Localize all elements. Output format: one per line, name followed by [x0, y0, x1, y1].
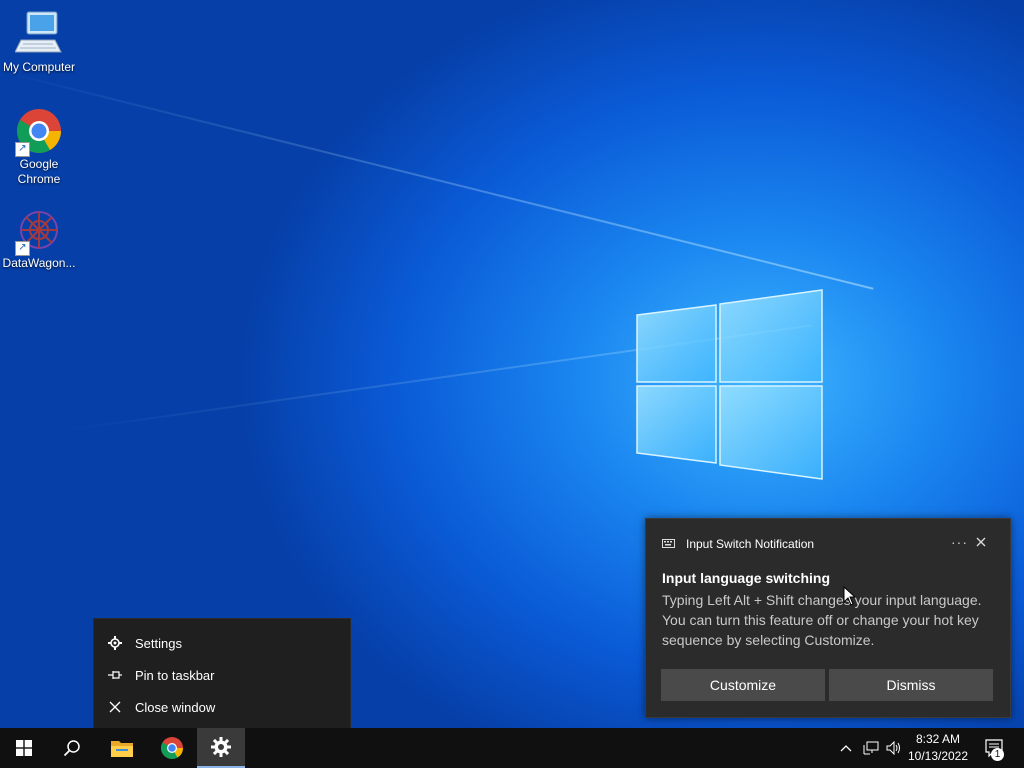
desktop-icon-label: DataWagon...	[2, 256, 76, 270]
desktop-icon-datawagon[interactable]: ↗ DataWagon...	[0, 206, 79, 271]
volume-button[interactable]	[884, 728, 904, 768]
close-icon[interactable]	[973, 534, 989, 550]
gear-icon	[106, 634, 124, 652]
network-icon	[863, 741, 879, 755]
pin-icon	[106, 666, 124, 684]
taskbar-clock[interactable]: 8:32 AM 10/13/2022	[903, 731, 973, 765]
shortcut-arrow-icon: ↗	[15, 142, 30, 157]
input-switch-notification: Input Switch Notification ··· Input lang…	[645, 518, 1011, 718]
settings-icon	[211, 737, 231, 757]
chrome-icon: ↗	[15, 107, 63, 157]
taskbar: 8:32 AM 10/13/2022 1	[0, 728, 1024, 768]
search-icon	[63, 740, 80, 757]
customize-button[interactable]: Customize	[661, 669, 825, 701]
notification-title: Input language switching	[662, 570, 830, 586]
clock-date: 10/13/2022	[907, 749, 969, 763]
chrome-taskbar-button[interactable]	[148, 728, 196, 768]
mouse-cursor-icon	[843, 586, 857, 606]
chevron-up-icon	[840, 745, 852, 752]
desktop-icon-label: My Computer	[2, 60, 76, 74]
desktop-icon-label: Google Chrome	[17, 157, 61, 186]
computer-icon	[14, 10, 63, 58]
notification-header: Input Switch Notification	[662, 537, 814, 551]
wallpaper-light-beam	[0, 70, 874, 290]
desktop-icon-my-computer[interactable]: My Computer	[0, 10, 79, 75]
menu-item-label: Settings	[135, 635, 182, 651]
file-explorer-icon	[111, 741, 133, 757]
dismiss-button[interactable]: Dismiss	[829, 669, 993, 701]
settings-taskbar-button[interactable]	[197, 728, 245, 768]
desktop-icon-google-chrome[interactable]: ↗ Google Chrome	[0, 107, 79, 187]
notification-count-badge: 1	[991, 748, 1004, 761]
speaker-icon	[886, 741, 900, 755]
start-icon	[16, 740, 32, 756]
menu-item-label: Pin to taskbar	[135, 667, 215, 683]
keyboard-icon	[662, 538, 676, 550]
clock-time: 8:32 AM	[915, 732, 961, 746]
chrome-icon	[161, 737, 183, 759]
more-options-icon[interactable]: ···	[951, 534, 968, 550]
menu-item-settings[interactable]: Settings	[94, 627, 350, 659]
menu-item-label: Close window	[135, 699, 216, 715]
taskbar-context-menu: Settings Pin to taskbar Close window	[93, 618, 351, 730]
close-icon	[106, 698, 124, 716]
menu-item-pin-to-taskbar[interactable]: Pin to taskbar	[94, 659, 350, 691]
show-hidden-icons-button[interactable]	[837, 728, 855, 768]
menu-item-close-window[interactable]: Close window	[94, 691, 350, 723]
file-explorer-button[interactable]	[98, 728, 146, 768]
search-button[interactable]	[48, 728, 96, 768]
shortcut-arrow-icon: ↗	[15, 241, 30, 256]
windows-logo-wallpaper	[636, 289, 823, 480]
start-button[interactable]	[0, 728, 48, 768]
network-button[interactable]	[861, 728, 881, 768]
notification-body: Typing Left Alt + Shift changes your inp…	[662, 592, 982, 648]
action-center-button[interactable]: 1	[978, 728, 1012, 768]
datawagon-icon: ↗	[15, 206, 63, 256]
notification-app-name: Input Switch Notification	[686, 537, 815, 551]
